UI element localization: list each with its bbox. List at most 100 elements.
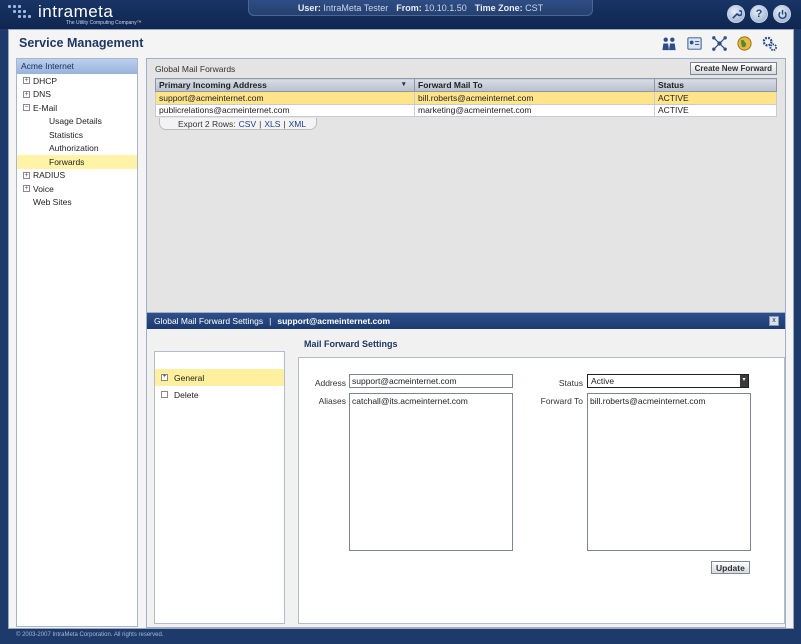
menu-item-label: Delete [174,389,199,400]
status-selected-value: Active [591,376,615,386]
help-icon[interactable]: ? [750,5,768,23]
sidebar-item-e-mail[interactable]: − E-Mail [17,101,137,115]
logo-dots-icon [8,5,34,23]
sidebar-item-label: Authorization [49,143,99,154]
sidebar-header[interactable]: Acme Internet [17,59,137,74]
main-frame: Service Management Acme Internet + DHCP + D… [8,29,794,629]
forward-to-textarea[interactable]: bill.roberts@acmeinternet.com [587,393,751,551]
table-cell: marketing@acmeinternet.com [414,103,655,117]
table-cell: ACTIVE [654,91,777,105]
sidebar-item-dns[interactable]: + DNS [17,88,137,102]
column-header-forward-to[interactable]: Forward Mail To [414,78,655,92]
user-value: IntraMeta Tester [323,2,389,13]
sidebar-item-label: Voice [33,183,54,194]
export-bar: Export 2 Rows: CSV | XLS | XML [159,118,318,130]
sidebar-item-web-sites[interactable]: Web Sites [17,196,137,210]
table-header-row: Primary Incoming Address ▾ Forward Mail … [155,78,777,92]
users-icon[interactable] [660,34,679,53]
sort-chevron-icon[interactable]: ▾ [402,80,411,90]
table-row[interactable]: support@acmeinternet.com bill.roberts@ac… [155,91,777,105]
sidebar-tree: Acme Internet + DHCP + DNS − E-Mail Usage Deta… [16,58,138,627]
logo-tagline: The Utility Computing Company™ [66,20,142,26]
export-separator: | [283,118,286,129]
export-separator: | [259,118,262,129]
network-icon[interactable] [710,34,729,53]
footer-copyright: © 2003-2007 IntraMeta Corporation. All r… [16,632,164,638]
table-cell: publicrelations@acmeinternet.com [155,103,415,117]
expand-icon[interactable]: + [23,185,30,193]
from-label: From: [396,2,422,13]
menu-item-delete[interactable]: Delete [155,386,284,403]
top-icons: ? [727,5,791,23]
wrench-icon[interactable] [727,5,745,23]
id-card-icon[interactable] [685,34,704,53]
menu-item-label: General [174,372,205,383]
expand-box-icon: + [161,374,168,381]
sidebar-item-label: Forwards [49,156,85,167]
forward-to-label: Forward To [540,396,583,406]
sidebar-item-label: DNS [33,89,51,100]
tree-list: + DHCP + DNS − E-Mail Usage Details Statistics A… [17,74,137,209]
column-header-label: Primary Incoming Address [159,80,267,90]
collapse-icon[interactable]: − [23,104,30,112]
detail-title: Global Mail Forward Settings [154,316,264,326]
timezone-value: CST [525,2,544,13]
sidebar-item-label: Web Sites [33,197,72,208]
forwards-table: Primary Incoming Address ▾ Forward Mail … [155,78,777,117]
settings-menu: + General Delete [154,351,285,624]
sidebar-item-statistics[interactable]: Statistics [17,128,137,142]
user-label: User: [297,2,321,13]
sidebar-item-label: DHCP [33,75,58,86]
column-header-status[interactable]: Status [654,78,777,92]
page-title: Service Management [19,36,144,50]
export-csv-link[interactable]: CSV [239,119,256,129]
sidebar-item-label: RADIUS [33,170,66,181]
detail-separator: | [269,316,272,326]
sidebar-item-usage-details[interactable]: Usage Details [17,115,137,129]
close-icon[interactable]: x [769,316,779,326]
create-new-forward-button[interactable]: Create New Forward [689,62,777,75]
address-input[interactable] [349,374,513,388]
box-icon [161,391,168,398]
session-info-bar: User: IntraMeta Tester From: 10.10.1.50 … [248,0,593,16]
intrameta-logo[interactable]: intrameta The Utility Computing Company™ [8,2,178,27]
table-cell: support@acmeinternet.com [155,91,415,105]
table-cell: bill.roberts@acmeinternet.com [414,91,655,105]
table-row[interactable]: publicrelations@acmeinternet.com marketi… [155,103,777,117]
sidebar-item-forwards[interactable]: Forwards [17,155,137,169]
mail-forwards-panel: Global Mail Forwards Create New Forward … [146,58,786,333]
sidebar-item-label: Statistics [49,129,84,140]
expand-icon[interactable]: + [23,90,30,98]
sidebar-item-authorization[interactable]: Authorization [17,142,137,156]
sidebar-item-radius[interactable]: + RADIUS [17,169,137,183]
panel-title: Global Mail Forwards [155,64,236,74]
export-xls-link[interactable]: XLS [264,119,280,129]
address-label: Address [314,378,346,388]
form-title: Mail Forward Settings [304,339,398,349]
timezone-label: Time Zone: [474,2,523,13]
sidebar-item-label: Usage Details [49,116,102,127]
power-icon[interactable] [773,5,791,23]
export-xml-link[interactable]: XML [289,119,306,129]
status-label: Status [558,378,583,388]
sidebar-item-dhcp[interactable]: + DHCP [17,74,137,88]
status-select[interactable]: Active ▾ [587,374,749,388]
expand-icon[interactable]: + [23,171,30,179]
sidebar-item-label: E-Mail [33,102,58,113]
chevron-down-icon[interactable]: ▾ [740,375,748,387]
update-button[interactable]: Update [711,561,750,574]
detail-subject: support@acmeinternet.com [277,316,391,326]
top-bar: intrameta The Utility Computing Company™… [0,0,801,29]
table-cell: ACTIVE [654,103,777,117]
expand-icon[interactable]: + [23,77,30,85]
export-label: Export 2 Rows: [178,118,236,129]
page-icons [660,34,779,53]
column-header-primary-address[interactable]: Primary Incoming Address ▾ [155,78,415,92]
sidebar-item-voice[interactable]: + Voice [17,182,137,196]
gears-icon[interactable] [760,34,779,53]
globe-icon[interactable] [735,34,754,53]
from-value: 10.10.1.50 [424,2,467,13]
aliases-textarea[interactable]: catchall@its.acmeinternet.com [349,393,513,551]
detail-header: Global Mail Forward Settings | support@a… [147,313,785,329]
menu-item-general[interactable]: + General [155,369,284,386]
